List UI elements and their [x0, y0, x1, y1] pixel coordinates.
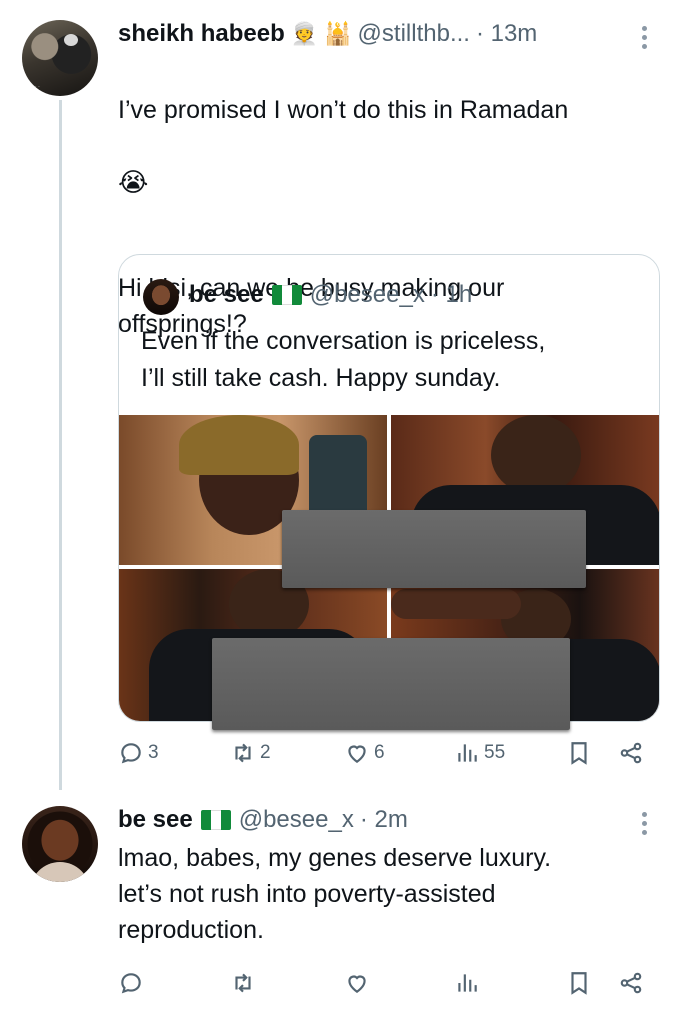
share-icon — [620, 742, 642, 764]
like-count: 6 — [374, 742, 385, 763]
reply-count: 3 — [148, 742, 159, 763]
tweet1-handle[interactable]: @stillthb... — [358, 20, 470, 48]
repost-button[interactable]: 2 — [230, 740, 271, 766]
tweet1-body-line1: I’ve promised I won’t do this in Ramadan — [118, 96, 569, 124]
tweet1-header: sheikh habeeb 👳 🕌 @stillthb... · 13m — [118, 20, 537, 48]
turban-emoji: 👳 — [290, 21, 319, 46]
views-count: 55 — [484, 742, 506, 763]
bookmark-icon — [571, 972, 587, 995]
tweet2-display-name[interactable]: be see — [118, 806, 193, 834]
like-icon — [348, 975, 366, 993]
views-icon — [458, 974, 477, 992]
repost-icon — [235, 743, 251, 763]
reply-icon — [121, 743, 141, 764]
tweet2-handle[interactable]: @besee_x — [239, 806, 354, 834]
tweet2-body: lmao, babes, my genes deserve luxury. le… — [118, 844, 552, 944]
thread-line — [59, 100, 62, 790]
avatar-be-see[interactable] — [22, 806, 98, 882]
reply-button[interactable] — [118, 970, 144, 996]
avatar-sheikh-habeeb[interactable]: · · · — [22, 20, 98, 96]
tweet2-actions — [118, 970, 658, 1000]
quote-avatar[interactable] — [143, 279, 179, 315]
repost-count: 2 — [260, 742, 271, 763]
share-icon — [620, 972, 642, 994]
tweet2-time[interactable]: · 2m — [360, 806, 408, 834]
redaction-block-2 — [212, 638, 570, 730]
share-button[interactable] — [618, 970, 644, 996]
views-icon — [458, 744, 477, 762]
repost-button[interactable] — [230, 970, 256, 996]
bookmark-button[interactable] — [566, 970, 592, 996]
tweet1-actions: 3 2 6 55 — [118, 740, 658, 770]
like-icon — [348, 745, 366, 763]
views-button[interactable] — [454, 970, 480, 996]
nigeria-flag-icon — [271, 285, 302, 305]
redaction-block-1 — [282, 510, 586, 588]
quote-handle[interactable]: @besee_x — [310, 281, 425, 309]
repost-icon — [235, 973, 251, 993]
more-icon[interactable] — [642, 26, 648, 49]
reply-button[interactable]: 3 — [118, 740, 159, 766]
bookmark-button[interactable] — [566, 740, 592, 766]
quote-text: Even if the conversation is priceless, I… — [141, 327, 546, 392]
quote-display-name[interactable]: be see — [189, 281, 264, 309]
mosque-emoji: 🕌 — [324, 21, 352, 46]
crying-emoji: 😭 — [118, 167, 149, 197]
quote-time[interactable]: · 1h — [431, 281, 472, 309]
tweet2-header: be see @besee_x · 2m — [118, 806, 408, 834]
share-button[interactable] — [618, 740, 644, 766]
more-icon[interactable] — [642, 812, 648, 835]
tweet1-display-name[interactable]: sheikh habeeb — [118, 20, 285, 48]
reply-icon — [121, 973, 141, 994]
tweet1-time[interactable]: · 13m — [476, 20, 537, 48]
bookmark-icon — [571, 742, 587, 765]
views-button[interactable]: 55 — [454, 740, 505, 766]
nigeria-flag-icon — [200, 810, 231, 830]
like-button[interactable] — [344, 970, 370, 996]
like-button[interactable]: 6 — [344, 740, 385, 766]
quote-header: be see @besee_x · 1h — [189, 281, 472, 309]
